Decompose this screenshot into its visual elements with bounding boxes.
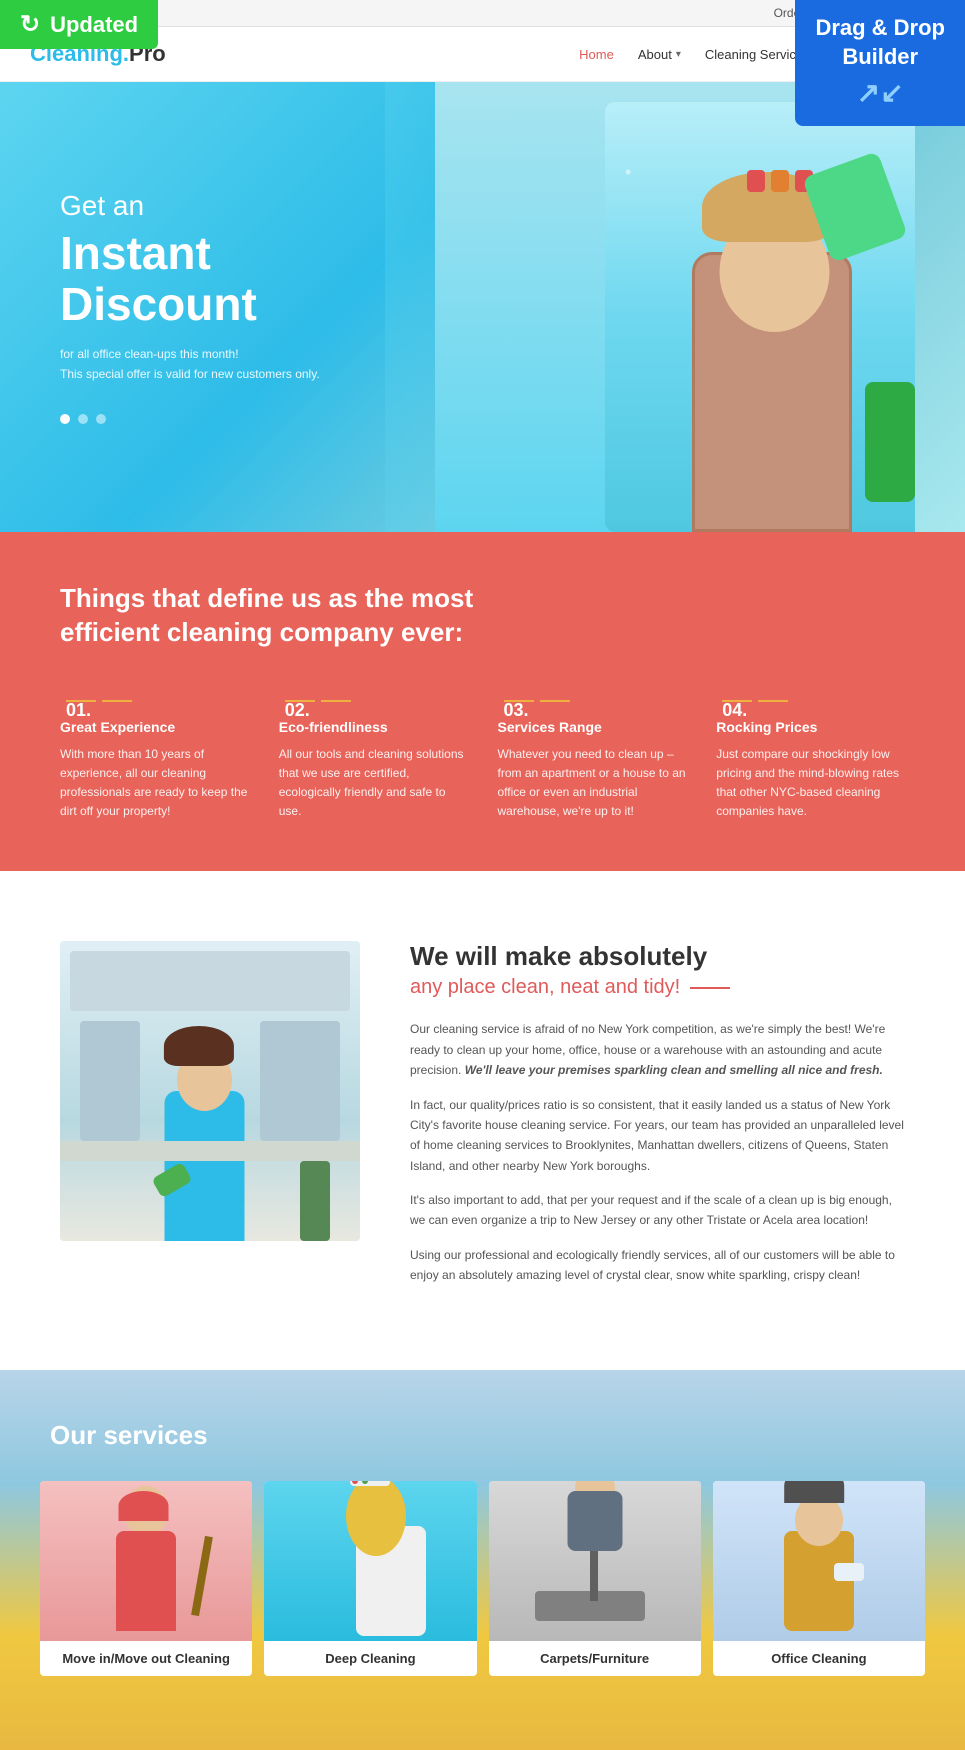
- about-para-1: Our cleaning service is afraid of no New…: [410, 1019, 905, 1080]
- feature-name-1: Great Experience: [60, 719, 249, 735]
- hero-dot-2[interactable]: [78, 414, 88, 424]
- services-title: Our services: [30, 1420, 935, 1451]
- feature-desc-4: Just compare our shockingly low pricing …: [716, 745, 905, 822]
- hero-dots: [60, 414, 400, 424]
- dnd-line1: Drag & Drop: [815, 14, 945, 43]
- services-grid: Move in/Move out Cleaning: [30, 1481, 935, 1676]
- office-illustration: [713, 1481, 925, 1641]
- move-in-illustration: [40, 1481, 252, 1641]
- deep-cleaning-illustration: [264, 1481, 476, 1641]
- hero-dot-1[interactable]: [60, 414, 70, 424]
- dnd-badge: Drag & Drop Builder ↗↙: [795, 0, 965, 126]
- about-section: We will make absolutely any place clean,…: [0, 871, 965, 1369]
- feature-desc-1: With more than 10 years of experience, a…: [60, 745, 249, 822]
- about-title: We will make absolutely: [410, 941, 905, 972]
- updated-badge: ↻ Updated: [0, 0, 158, 49]
- services-section: Our services Move in/Move out Cle: [0, 1370, 965, 1750]
- features-title: Things that define us as the most effici…: [60, 582, 560, 650]
- feature-num-4: 04.: [716, 690, 905, 711]
- service-img-office: [713, 1481, 925, 1641]
- about-para-4: Using our professional and ecologically …: [410, 1245, 905, 1286]
- refresh-icon: ↻: [20, 10, 40, 39]
- feature-name-2: Eco-friendliness: [279, 719, 468, 735]
- service-label-carpet: Carpets/Furniture: [489, 1641, 701, 1676]
- feature-name-4: Rocking Prices: [716, 719, 905, 735]
- feature-item-2: 02. Eco-friendliness All our tools and c…: [279, 690, 468, 822]
- nav-about[interactable]: About ▾: [638, 47, 681, 62]
- service-img-carpet: [489, 1481, 701, 1641]
- feature-name-3: Services Range: [498, 719, 687, 735]
- feature-num-2: 02.: [279, 690, 468, 711]
- hero-dot-3[interactable]: [96, 414, 106, 424]
- about-text: We will make absolutely any place clean,…: [410, 941, 905, 1299]
- spray-bottle-illustration: [865, 382, 915, 502]
- service-card-carpet[interactable]: Carpets/Furniture: [489, 1481, 701, 1676]
- features-section: Things that define us as the most effici…: [0, 532, 965, 871]
- feature-desc-3: Whatever you need to clean up – from an …: [498, 745, 687, 822]
- feature-item-3: 03. Services Range Whatever you need to …: [498, 690, 687, 822]
- about-image: [60, 941, 360, 1241]
- feature-item-1: 01. Great Experience With more than 10 y…: [60, 690, 249, 822]
- hero-image: 💧 • •: [385, 82, 965, 532]
- features-grid: 01. Great Experience With more than 10 y…: [60, 690, 905, 822]
- about-para-2: In fact, our quality/prices ratio is so …: [410, 1095, 905, 1177]
- hero-title: Instant Discount: [60, 228, 400, 329]
- arrows-icon: ↗↙: [815, 75, 945, 111]
- updated-label: Updated: [50, 12, 138, 38]
- kitchen-background: [60, 941, 360, 1241]
- feature-desc-2: All our tools and cleaning solutions tha…: [279, 745, 468, 822]
- service-card-deep[interactable]: Deep Cleaning: [264, 1481, 476, 1676]
- service-img-move-in: [40, 1481, 252, 1641]
- service-card-move-in[interactable]: Move in/Move out Cleaning: [40, 1481, 252, 1676]
- nav-about-link[interactable]: About: [638, 47, 672, 62]
- carpet-illustration: [489, 1481, 701, 1641]
- about-para-3: It's also important to add, that per you…: [410, 1190, 905, 1231]
- service-label-deep: Deep Cleaning: [264, 1641, 476, 1676]
- service-img-deep: [264, 1481, 476, 1641]
- service-label-office: Office Cleaning: [713, 1641, 925, 1676]
- hero-content: Get an Instant Discount for all office c…: [60, 190, 400, 424]
- feature-item-4: 04. Rocking Prices Just compare our shoc…: [716, 690, 905, 822]
- feature-num-1: 01.: [60, 690, 249, 711]
- chevron-down-icon: ▾: [676, 49, 681, 60]
- dnd-line2: Builder: [815, 43, 945, 72]
- hero-sub1: for all office clean-ups this month! Thi…: [60, 345, 400, 383]
- hero-get-an: Get an: [60, 190, 400, 222]
- service-card-office[interactable]: Office Cleaning: [713, 1481, 925, 1676]
- hero-woman-illustration: 💧 • •: [435, 82, 915, 532]
- nav-cleaning-services[interactable]: Cleaning Services: [705, 47, 810, 62]
- feature-num-3: 03.: [498, 690, 687, 711]
- about-subtitle: any place clean, neat and tidy!: [410, 976, 905, 999]
- nav-home[interactable]: Home: [579, 47, 614, 62]
- service-label-move-in: Move in/Move out Cleaning: [40, 1641, 252, 1676]
- hero-section: Get an Instant Discount for all office c…: [0, 82, 965, 532]
